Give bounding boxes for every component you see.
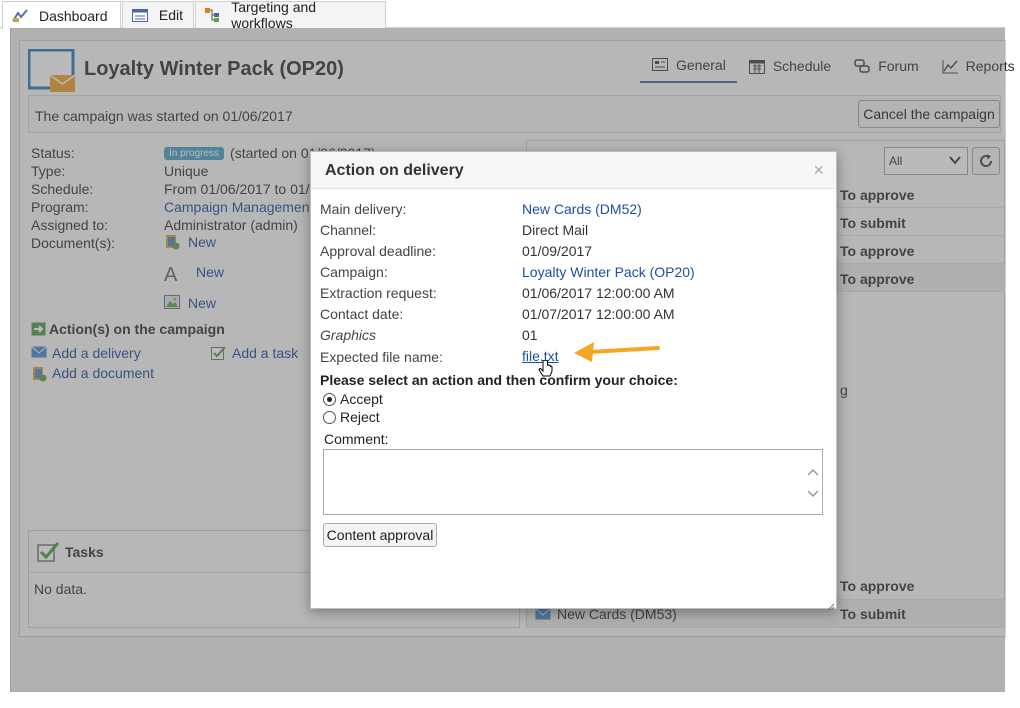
- tab-dashboard[interactable]: Dashboard: [2, 1, 121, 29]
- reject-radio[interactable]: [323, 410, 336, 424]
- textarea-scrollbar[interactable]: [805, 451, 821, 513]
- dashboard-icon: [11, 8, 29, 24]
- file-name-label: Expected file name:: [320, 349, 443, 365]
- campaign-link[interactable]: Loyalty Winter Pack (OP20): [522, 264, 695, 280]
- reject-radio-option[interactable]: Reject: [323, 409, 380, 425]
- dialog-header: Action on delivery ×: [311, 152, 836, 189]
- tab-label: Dashboard: [39, 7, 108, 24]
- action-prompt: Please select an action and then confirm…: [320, 372, 678, 388]
- content-approval-button[interactable]: Content approval: [323, 523, 437, 547]
- accept-radio[interactable]: [323, 392, 336, 406]
- edit-form-icon: [131, 7, 149, 23]
- main-delivery-label: Main delivery:: [320, 201, 407, 217]
- channel-value: Direct Mail: [522, 222, 589, 238]
- top-tab-bar: Dashboard Edit Targeting and workflows: [0, 0, 1005, 31]
- workflow-icon: [204, 7, 221, 23]
- campaign-label: Campaign:: [320, 264, 388, 280]
- graphics-label: Graphics: [320, 327, 377, 343]
- tab-targeting-workflows[interactable]: Targeting and workflows: [195, 0, 386, 31]
- approval-deadline-value: 01/09/2017: [522, 243, 593, 259]
- reject-label: Reject: [340, 409, 380, 425]
- comment-textarea[interactable]: [323, 449, 823, 515]
- approval-deadline-label: Approval deadline:: [320, 243, 436, 259]
- resize-grip-icon[interactable]: [827, 599, 835, 611]
- accept-radio-option[interactable]: Accept: [323, 391, 383, 407]
- tab-label: Edit: [158, 7, 183, 23]
- channel-label: Channel:: [320, 222, 377, 238]
- extraction-value: 01/06/2017 12:00:00 AM: [522, 285, 675, 301]
- comment-label: Comment:: [324, 431, 389, 447]
- tab-edit[interactable]: Edit: [122, 1, 194, 28]
- close-icon[interactable]: ×: [813, 160, 824, 181]
- action-on-delivery-dialog: Action on delivery × Main delivery: New …: [310, 151, 837, 611]
- tab-label: Targeting and workflows: [231, 0, 317, 31]
- callout-arrow-icon: [568, 336, 660, 365]
- extraction-label: Extraction request:: [320, 285, 437, 301]
- main-delivery-link[interactable]: New Cards (DM52): [522, 201, 642, 217]
- contact-date-label: Contact date:: [320, 306, 404, 322]
- accept-label: Accept: [340, 391, 383, 407]
- hand-cursor-icon: [538, 359, 554, 383]
- dialog-title: Action on delivery: [325, 162, 464, 179]
- graphics-value: 01: [522, 327, 538, 343]
- contact-date-value: 01/07/2017 12:00:00 AM: [522, 306, 675, 322]
